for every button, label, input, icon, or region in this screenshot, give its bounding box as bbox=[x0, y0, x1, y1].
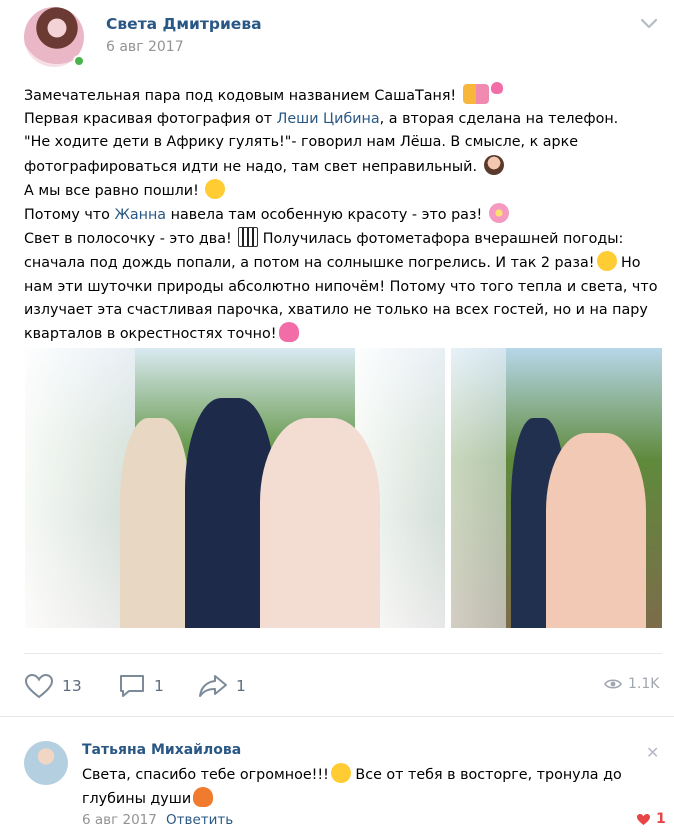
like-button[interactable]: 13 bbox=[24, 668, 82, 704]
reply-link[interactable]: Ответить bbox=[166, 812, 233, 828]
divider bbox=[24, 653, 662, 654]
bride-figure bbox=[546, 433, 646, 628]
photographer-link[interactable]: Леши Цибина bbox=[277, 111, 380, 127]
wall-post: Света Дмитриева 6 авг 2017 Замечательная… bbox=[0, 0, 674, 715]
like-count: 13 bbox=[62, 677, 82, 695]
bride-figure bbox=[260, 418, 380, 628]
laughing-face-emoji-icon bbox=[596, 251, 617, 272]
heart-emoji-icon bbox=[490, 82, 503, 94]
guest-figure bbox=[120, 418, 190, 628]
post-text: Замечательная пара под кодовым названием… bbox=[24, 82, 657, 346]
comment-bubble-icon bbox=[120, 675, 144, 697]
comment-button[interactable]: 1 bbox=[118, 668, 164, 704]
post-date[interactable]: 6 авг 2017 bbox=[106, 39, 184, 55]
comment-count: 1 bbox=[154, 677, 164, 695]
orange-heart-emoji-icon bbox=[193, 787, 214, 807]
views-count: 1.1K bbox=[628, 676, 660, 692]
flushed-face-emoji-icon bbox=[330, 763, 351, 783]
couple-emoji-icon bbox=[462, 84, 489, 104]
wedding-photo-2[interactable] bbox=[451, 348, 662, 628]
decorator-link[interactable]: Жанна bbox=[114, 207, 166, 223]
wedding-photo-1[interactable] bbox=[25, 348, 445, 628]
comment-date[interactable]: 6 авг 2017 bbox=[82, 812, 157, 828]
piano-keys-emoji-icon bbox=[238, 227, 259, 248]
close-icon[interactable]: ✕ bbox=[646, 743, 659, 762]
sparkling-heart-emoji-icon bbox=[278, 322, 299, 343]
heart-outline-icon bbox=[24, 673, 54, 699]
comment-like-count: 1 bbox=[656, 811, 666, 827]
share-arrow-icon bbox=[199, 675, 227, 697]
share-button[interactable]: 1 bbox=[198, 668, 246, 704]
chevron-down-icon[interactable] bbox=[640, 18, 658, 30]
curtain-left bbox=[451, 348, 506, 628]
divider bbox=[0, 716, 674, 717]
views-counter: 1.1K bbox=[604, 676, 659, 692]
share-count: 1 bbox=[236, 677, 246, 695]
comment-author-name[interactable]: Татьяна Михайлова bbox=[82, 742, 241, 758]
woman-facepalm-emoji-icon bbox=[483, 154, 504, 175]
post-author-name[interactable]: Света Дмитриева bbox=[106, 15, 262, 33]
heart-filled-icon bbox=[637, 813, 650, 825]
online-indicator bbox=[73, 55, 85, 67]
eye-icon bbox=[604, 679, 622, 689]
winking-face-emoji-icon bbox=[205, 178, 226, 199]
commenter-avatar[interactable] bbox=[24, 741, 68, 785]
curtain-left bbox=[25, 348, 135, 628]
comment-text: Света, спасибо тебе огромное!!! Все от т… bbox=[82, 763, 642, 811]
comment-like-button[interactable]: 1 bbox=[636, 811, 666, 827]
flower-emoji-icon bbox=[488, 203, 509, 224]
